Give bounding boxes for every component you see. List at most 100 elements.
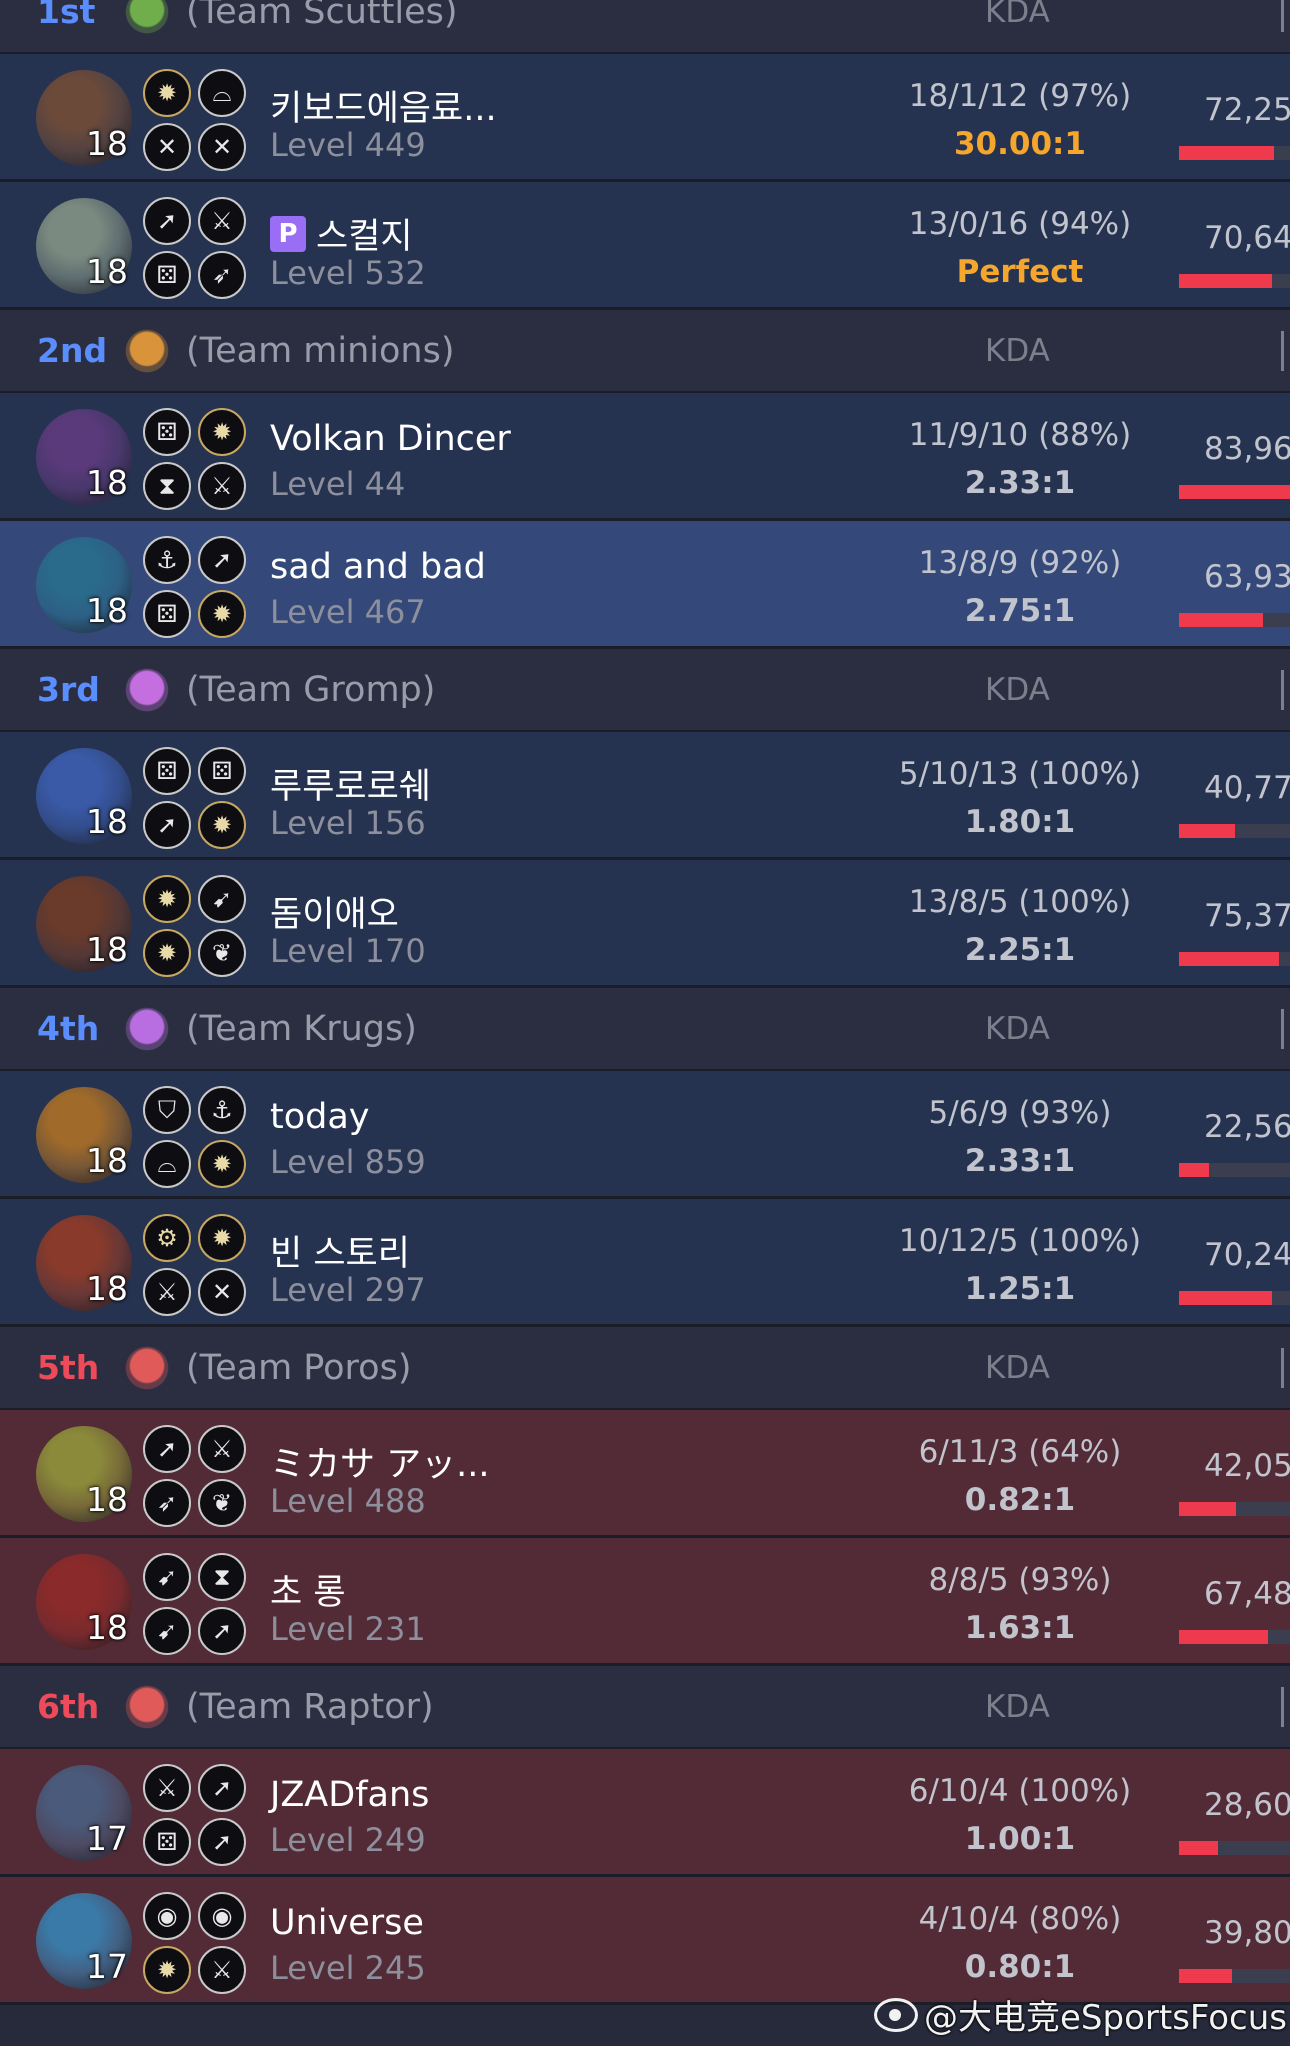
damage-column-header (1281, 1686, 1290, 1727)
sword-cross-icon[interactable]: ✕ (198, 123, 246, 171)
shield-icon[interactable]: ⛉ (143, 1086, 191, 1134)
hourglass-icon[interactable]: ⧗ (143, 462, 191, 510)
kda-stats: 5/10/13 (100%) (898, 756, 1142, 792)
arrow-icon[interactable]: ➚ (198, 1764, 246, 1812)
player-name-text: Universe (270, 1903, 424, 1943)
player-name[interactable]: 루루로로쉐 (270, 758, 431, 809)
player-name[interactable]: 초 롱 (270, 1564, 346, 1615)
sword-cross-icon[interactable]: ✕ (198, 1268, 246, 1316)
player-name[interactable]: today (270, 1097, 370, 1137)
arrow-icon[interactable]: ➚ (143, 197, 191, 245)
player-row[interactable]: 18 ➚ ⚔ ➶ ❦ ミカサ アッ... Level 488 6/11/3 (64%)… (0, 1410, 1290, 1538)
kda-ratio: Perfect (956, 254, 1084, 290)
arrow-icon[interactable]: ➚ (143, 801, 191, 849)
damage-value: 70,643 (1204, 220, 1290, 256)
sun-icon[interactable]: ✹ (143, 69, 191, 117)
damage-column-header (1281, 1347, 1290, 1388)
cake-icon[interactable]: ⌓ (198, 69, 246, 117)
arrow-icon[interactable]: ➚ (143, 1425, 191, 1473)
kda-ratio: 1.80:1 (964, 804, 1076, 840)
anchor-icon[interactable]: ⚓ (198, 1086, 246, 1134)
eye-icon[interactable]: ◉ (198, 1892, 246, 1940)
kda-column-header: KDA (985, 332, 1050, 369)
player-row[interactable]: 18 ➚ ⚔ ⚄ ➶ P 스컬지 Level 532 13/0/16 (94%) Per… (0, 182, 1290, 310)
wing-icon[interactable]: ❦ (198, 929, 246, 977)
cake-icon[interactable]: ⌓ (143, 1140, 191, 1188)
kda-stats: 13/8/9 (92%) (918, 545, 1122, 581)
runner-icon[interactable]: ➶ (198, 251, 246, 299)
player-row[interactable]: 18 ⚙ ✹ ⚔ ✕ 빈 스토리 Level 297 10/12/5 (100%) 1… (0, 1199, 1290, 1327)
player-row[interactable]: 17 ◉ ◉ ✹ ⚔ Universe Level 245 4/10/4 (80%) … (0, 1877, 1290, 2005)
sword-icon[interactable]: ⚔ (143, 1764, 191, 1812)
dice-icon[interactable]: ⚄ (143, 408, 191, 456)
player-name[interactable]: 돔이애오 (270, 886, 399, 937)
dice-icon[interactable]: ⚄ (143, 251, 191, 299)
player-name[interactable]: Volkan Dincer (270, 419, 511, 459)
spear-icon[interactable]: ➹ (143, 1553, 191, 1601)
player-level: Level 297 (270, 1271, 426, 1309)
kda-stats: 13/0/16 (94%) (908, 206, 1132, 242)
kda-stats: 8/8/5 (93%) (928, 1562, 1112, 1598)
player-row[interactable]: 18 ⚄ ✹ ⧗ ⚔ Volkan Dincer Level 44 11/9/10 (… (0, 393, 1290, 521)
arrow-icon[interactable]: ➚ (198, 1818, 246, 1866)
player-name[interactable]: JZADfans (270, 1775, 429, 1815)
sword-icon[interactable]: ⚔ (198, 197, 246, 245)
sun-icon[interactable]: ✹ (198, 801, 246, 849)
kda-column-header: KDA (985, 671, 1050, 708)
player-name[interactable]: sad and bad (270, 547, 486, 587)
arrow-icon[interactable]: ➚ (198, 1607, 246, 1655)
player-row[interactable]: 18 ⛉ ⚓ ⌓ ✹ today Level 859 5/6/9 (93%) 2.33… (0, 1071, 1290, 1199)
damage-column-header (1281, 669, 1290, 710)
sun-icon[interactable]: ✹ (143, 875, 191, 923)
player-row[interactable]: 18 ➹ ⧗ ➹ ➚ 초 롱 Level 231 8/8/5 (93%) 1.63:1… (0, 1538, 1290, 1666)
spear-icon[interactable]: ➹ (198, 875, 246, 923)
damage-bar (1179, 146, 1290, 160)
champion-level: 18 (86, 591, 128, 630)
gear-icon[interactable]: ⚙ (143, 1214, 191, 1262)
sword-cross-icon[interactable]: ✕ (143, 123, 191, 171)
sword-icon[interactable]: ⚔ (143, 1268, 191, 1316)
spear-icon[interactable]: ➹ (143, 1607, 191, 1655)
player-row[interactable]: 18 ⚄ ⚄ ➚ ✹ 루루로로쉐 Level 156 5/10/13 (100%) 1… (0, 732, 1290, 860)
sword-icon[interactable]: ⚔ (198, 1946, 246, 1994)
kda-stats: 10/12/5 (100%) (898, 1223, 1142, 1259)
team-rank: 3rd (37, 670, 100, 709)
damage-bar (1179, 1502, 1290, 1516)
sun-icon[interactable]: ✹ (198, 1140, 246, 1188)
wing-icon[interactable]: ❦ (198, 1479, 246, 1527)
kda-ratio: 1.63:1 (964, 1610, 1076, 1646)
dice-icon[interactable]: ⚄ (198, 747, 246, 795)
sword-icon[interactable]: ⚔ (198, 462, 246, 510)
player-name[interactable]: 키보드에음료... (270, 80, 497, 131)
hourglass-icon[interactable]: ⧗ (198, 1553, 246, 1601)
team-name: (Team Poros) (186, 1347, 412, 1388)
team-name: (Team Krugs) (186, 1008, 417, 1049)
sword-icon[interactable]: ⚔ (198, 1425, 246, 1473)
sun-icon[interactable]: ✹ (143, 929, 191, 977)
player-row[interactable]: 18 ✹ ⌓ ✕ ✕ 키보드에음료... Level 449 18/1/12 (97%… (0, 54, 1290, 182)
damage-bar (1179, 1841, 1290, 1855)
eye-icon[interactable]: ◉ (143, 1892, 191, 1940)
player-name-text: 키보드에음료... (270, 89, 497, 129)
player-row[interactable]: 18 ⚓ ➚ ⚄ ✹ sad and bad Level 467 13/8/9 (92… (0, 521, 1290, 649)
sun-icon[interactable]: ✹ (143, 1946, 191, 1994)
sun-icon[interactable]: ✹ (198, 1214, 246, 1262)
damage-column-header (1281, 0, 1290, 32)
player-name[interactable]: 빈 스토리 (270, 1225, 410, 1276)
player-name[interactable]: Universe (270, 1903, 424, 1943)
sun-icon[interactable]: ✹ (198, 590, 246, 638)
player-name[interactable]: ミカサ アッ... (270, 1436, 490, 1487)
runner-icon[interactable]: ➶ (143, 1479, 191, 1527)
kda-ratio: 2.33:1 (964, 1143, 1076, 1179)
dice-icon[interactable]: ⚄ (143, 590, 191, 638)
player-row[interactable]: 17 ⚔ ➚ ⚄ ➚ JZADfans Level 249 6/10/4 (100%)… (0, 1749, 1290, 1877)
damage-bar (1179, 1630, 1290, 1644)
dice-icon[interactable]: ⚄ (143, 747, 191, 795)
dice-icon[interactable]: ⚄ (143, 1818, 191, 1866)
sun-icon[interactable]: ✹ (198, 408, 246, 456)
player-row[interactable]: 18 ✹ ➹ ✹ ❦ 돔이애오 Level 170 13/8/5 (100%) 2.2… (0, 860, 1290, 988)
player-name[interactable]: P 스컬지 (270, 208, 413, 259)
anchor-icon[interactable]: ⚓ (143, 536, 191, 584)
player-level: Level 249 (270, 1821, 426, 1859)
arrow-icon[interactable]: ➚ (198, 536, 246, 584)
